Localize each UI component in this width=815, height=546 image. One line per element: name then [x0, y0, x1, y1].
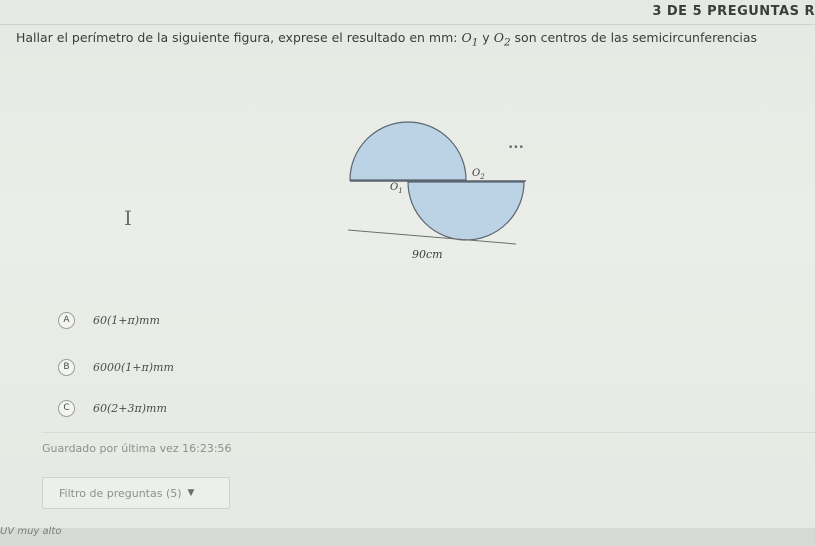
dimension-label: 90cm: [412, 248, 443, 261]
question-filter-dropdown[interactable]: Filtro de preguntas (5) ▼: [42, 477, 230, 509]
question-prompt: Hallar el perímetro de la siguiente figu…: [16, 30, 815, 49]
saved-status: Guardado por última vez 16:23:56: [42, 442, 232, 455]
option-b[interactable]: B 6000(1+π)mm: [58, 357, 174, 377]
question-connector: y: [478, 30, 494, 45]
question-text-after: son centros de las semicircunferencias: [510, 30, 758, 45]
text-cursor-icon: I: [124, 206, 132, 230]
option-a-text[interactable]: 60(1+π)mm: [93, 314, 160, 327]
option-a[interactable]: A 60(1+π)mm: [58, 310, 160, 330]
quiz-screen: 3 DE 5 PREGUNTAS R Hallar el perímetro d…: [0, 0, 815, 546]
label-o2: O2: [472, 168, 485, 181]
option-c-radio[interactable]: C: [58, 399, 75, 417]
caret-down-icon: ▼: [187, 488, 195, 498]
option-b-radio[interactable]: B: [58, 358, 75, 376]
taskbar: [0, 528, 815, 546]
option-c-text[interactable]: 60(2+3π)mm: [93, 402, 167, 415]
ellipsis-marks: •••: [508, 143, 524, 153]
center-o2: O2: [493, 30, 511, 49]
semicircle-figure: ••• O1 O2 90cm: [347, 121, 526, 261]
question-progress-label: 3 DE 5 PREGUNTAS R: [652, 4, 815, 19]
option-c[interactable]: C 60(2+3π)mm: [58, 398, 167, 418]
question-text-before: Hallar el perímetro de la siguiente figu…: [16, 30, 462, 45]
options-divider: [42, 432, 815, 433]
option-b-text[interactable]: 6000(1+π)mm: [93, 361, 174, 374]
lower-semicircle: [407, 181, 525, 241]
label-o1: O1: [390, 182, 403, 195]
center-o1: O1: [461, 30, 479, 49]
option-a-radio[interactable]: A: [58, 311, 75, 329]
upper-semicircle: [349, 121, 467, 181]
header-divider: [0, 24, 815, 25]
weather-status: UV muy alto: [0, 526, 62, 537]
question-filter-label: Filtro de preguntas (5): [59, 486, 182, 500]
